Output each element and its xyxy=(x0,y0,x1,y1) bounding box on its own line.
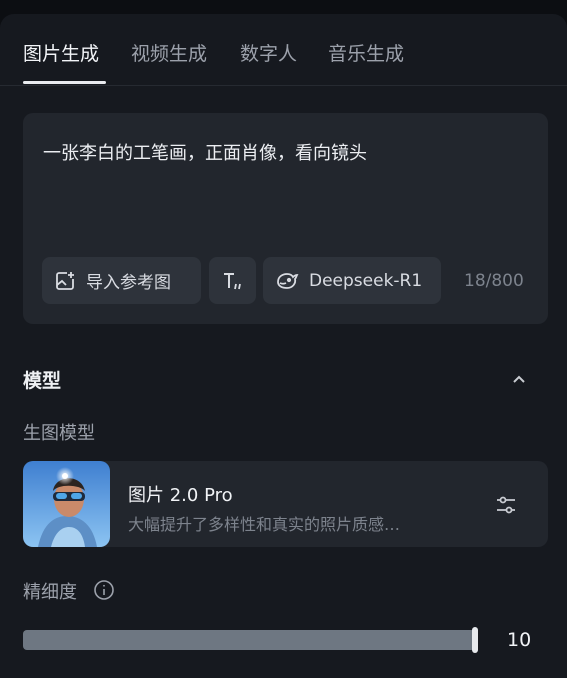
tab-image-generation[interactable]: 图片生成 xyxy=(23,39,99,66)
model-description: 大幅提升了多样性和真实的照片质感… xyxy=(128,515,401,534)
model-name: 图片 2.0 Pro xyxy=(128,485,233,506)
character-counter: 18/800 xyxy=(464,271,524,291)
detail-level-value: 10 xyxy=(507,629,532,651)
prompt-text[interactable]: 一张李白的工笔画，正面肖像，看向镜头 xyxy=(43,139,367,165)
model-selector-card[interactable]: 图片 2.0 Pro 大幅提升了多样性和真实的照片质感… xyxy=(23,461,548,547)
model-thumbnail xyxy=(23,461,110,547)
text-format-icon xyxy=(223,272,241,289)
import-reference-image-label: 导入参考图 xyxy=(86,273,171,293)
slider-fill xyxy=(23,630,475,650)
deepseek-r1-label: Deepseek-R1 xyxy=(309,270,423,291)
import-reference-image-button[interactable]: 导入参考图 xyxy=(42,257,201,304)
detail-level-slider[interactable] xyxy=(23,627,478,653)
model-section-title: 模型 xyxy=(23,370,62,392)
active-tab-indicator xyxy=(23,81,106,84)
sliders-icon[interactable] xyxy=(494,493,518,517)
image-add-icon xyxy=(56,271,74,290)
detail-level-label: 精细度 xyxy=(23,582,77,603)
deepseek-r1-button[interactable]: Deepseek-R1 xyxy=(263,257,441,304)
info-icon[interactable] xyxy=(93,579,115,601)
prompt-input-box[interactable]: 一张李白的工笔画，正面肖像，看向镜头 导入参考图 Deepseek-R1 18/… xyxy=(23,113,548,324)
slider-handle[interactable] xyxy=(472,627,478,653)
deepseek-whale-icon xyxy=(277,272,299,289)
tab-bar: 图片生成 视频生成 数字人 音乐生成 xyxy=(0,14,567,86)
image-model-label: 生图模型 xyxy=(23,423,95,444)
tab-music-generation[interactable]: 音乐生成 xyxy=(328,39,404,66)
tab-video-generation[interactable]: 视频生成 xyxy=(131,39,207,66)
text-format-button[interactable] xyxy=(209,257,256,304)
chevron-up-icon[interactable] xyxy=(508,368,530,390)
tab-digital-human[interactable]: 数字人 xyxy=(240,39,297,66)
